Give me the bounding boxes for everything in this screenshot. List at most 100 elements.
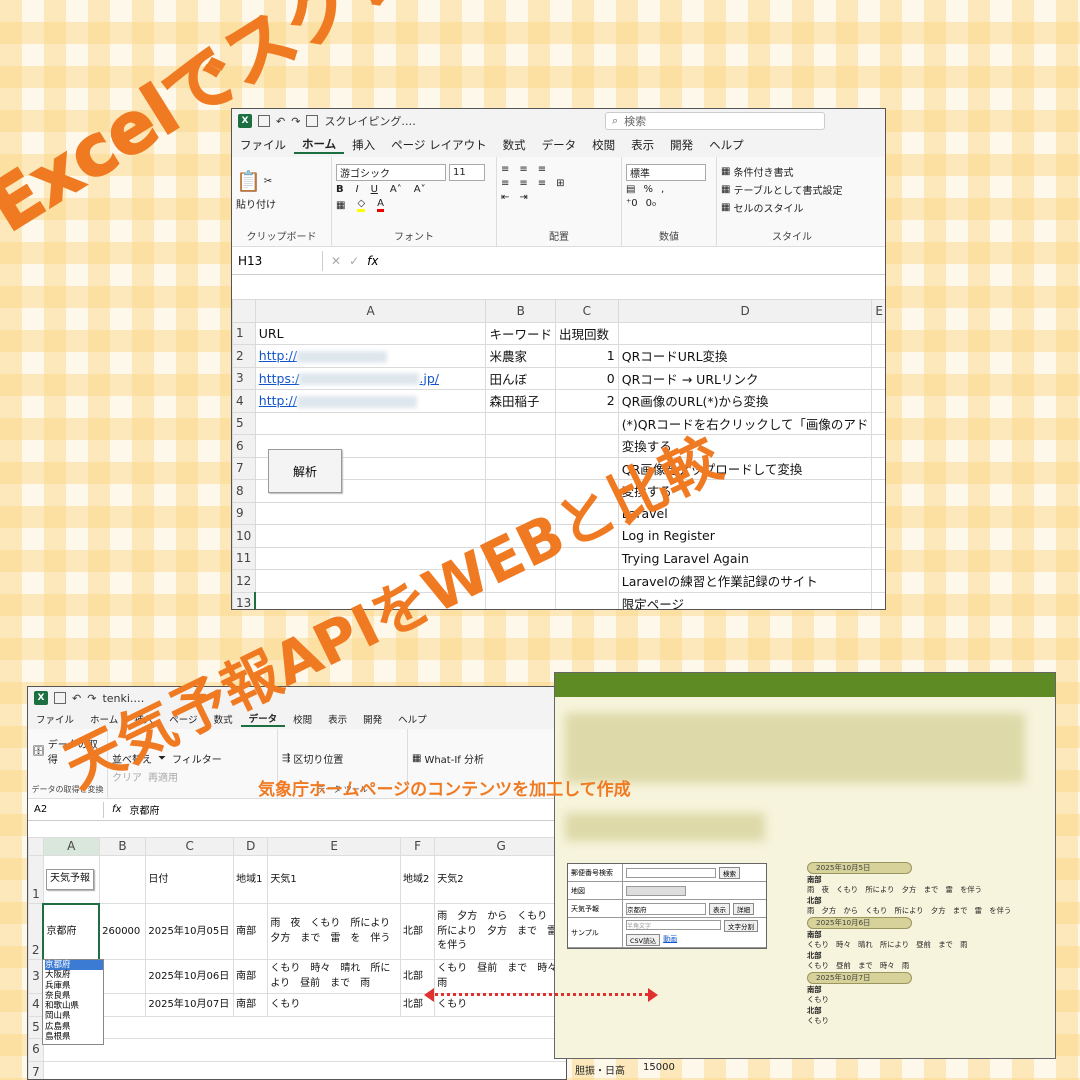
cell[interactable]: 出現回数 bbox=[554, 321, 619, 345]
font-shrink-icon[interactable]: A˅ bbox=[414, 184, 426, 195]
map-field[interactable] bbox=[626, 885, 686, 896]
italic-icon[interactable]: I bbox=[356, 184, 359, 195]
currency-icon[interactable]: ▤ bbox=[626, 184, 635, 195]
cell[interactable]: 米農家 bbox=[485, 344, 556, 368]
fill-color-icon[interactable]: ◇ bbox=[357, 198, 366, 212]
row-number[interactable]: 1 bbox=[232, 321, 256, 345]
col-header-a[interactable]: A bbox=[254, 299, 487, 323]
cancel-icon[interactable]: ✕ bbox=[331, 254, 341, 268]
tab-review[interactable]: 校閲 bbox=[285, 712, 320, 726]
row-number[interactable]: 13 bbox=[232, 591, 256, 609]
cell[interactable]: 2 bbox=[554, 389, 619, 413]
percent-icon[interactable]: % bbox=[643, 184, 653, 195]
cell[interactable]: 日付 bbox=[145, 855, 235, 905]
col-header-d[interactable]: D bbox=[617, 299, 873, 323]
decrease-decimal-icon[interactable]: 0₀ bbox=[646, 198, 656, 209]
cell[interactable] bbox=[554, 591, 619, 609]
indent-icon[interactable]: ⇥ bbox=[519, 192, 527, 203]
grid-icon[interactable] bbox=[306, 115, 319, 127]
tab-file[interactable]: ファイル bbox=[232, 137, 294, 153]
detail-button[interactable]: 詳細 bbox=[733, 902, 754, 915]
cell[interactable]: 雨 夜 くもり 所により 夕方 まで 雷 を 伴う bbox=[267, 903, 402, 961]
redo-icon[interactable]: ↷ bbox=[291, 115, 300, 128]
name-box[interactable]: H13 bbox=[238, 250, 323, 271]
cell[interactable] bbox=[485, 456, 556, 480]
cell[interactable] bbox=[254, 501, 487, 525]
cell[interactable]: QRコードURL変換 bbox=[617, 344, 873, 368]
cell[interactable] bbox=[871, 344, 885, 368]
font-size-select[interactable]: 11 bbox=[449, 164, 485, 181]
text-to-columns-button[interactable]: 区切り位置 bbox=[293, 751, 343, 766]
align-bottom-icon[interactable]: ≡ bbox=[538, 164, 546, 175]
undo-icon[interactable]: ↶ bbox=[72, 692, 81, 705]
cell[interactable] bbox=[98, 993, 147, 1017]
save-icon[interactable] bbox=[258, 115, 270, 127]
underline-icon[interactable]: U bbox=[371, 184, 378, 195]
show-button[interactable]: 表示 bbox=[709, 902, 730, 915]
cell[interactable]: 田んぼ bbox=[485, 366, 556, 390]
font-color-icon[interactable]: A bbox=[377, 198, 384, 212]
col-header-c[interactable]: C bbox=[554, 299, 619, 323]
row-number[interactable]: 12 bbox=[232, 569, 256, 593]
cell[interactable] bbox=[617, 321, 873, 345]
outdent-icon[interactable]: ⇤ bbox=[501, 192, 509, 203]
bold-icon[interactable]: B bbox=[336, 184, 344, 195]
cell[interactable]: Laravelの練習と作業記録のサイト bbox=[617, 569, 873, 593]
cell[interactable]: 2025年10月06日 bbox=[145, 959, 235, 995]
cell[interactable]: URL bbox=[254, 321, 487, 345]
row-number[interactable]: 10 bbox=[232, 524, 256, 548]
cell[interactable]: 北部 bbox=[400, 903, 436, 961]
url-link-suffix[interactable]: .jp/ bbox=[419, 371, 439, 386]
save-icon[interactable] bbox=[54, 692, 66, 704]
cell[interactable]: 南部 bbox=[233, 959, 269, 995]
paste-icon[interactable]: 📋 bbox=[236, 169, 261, 193]
text-input[interactable]: 半角文字 bbox=[626, 919, 721, 930]
cell[interactable]: 天気2 bbox=[434, 855, 566, 905]
selected-cell[interactable]: 京都府 bbox=[42, 902, 101, 961]
tab-help[interactable]: ヘルプ bbox=[390, 712, 435, 726]
name-box[interactable]: A2 bbox=[34, 801, 104, 818]
cell[interactable]: http:// bbox=[254, 389, 487, 413]
tab-developer[interactable]: 開発 bbox=[355, 712, 390, 726]
cell[interactable] bbox=[871, 501, 885, 525]
cell[interactable]: 0 bbox=[554, 366, 619, 390]
formula-content[interactable]: 京都府 bbox=[129, 802, 159, 817]
cell[interactable]: 森田稲子 bbox=[485, 389, 556, 413]
tab-view[interactable]: 表示 bbox=[623, 137, 662, 153]
col-header-a[interactable]: A bbox=[42, 836, 100, 857]
zip-search-button[interactable]: 検索 bbox=[719, 866, 740, 879]
cell[interactable]: くもり bbox=[267, 993, 402, 1017]
prefecture-select[interactable]: 京都府 bbox=[626, 902, 706, 915]
cell[interactable] bbox=[871, 569, 885, 593]
cell[interactable] bbox=[871, 524, 885, 548]
border-icon[interactable]: ▦ bbox=[336, 200, 345, 211]
cell[interactable] bbox=[42, 1015, 566, 1040]
comma-icon[interactable]: , bbox=[661, 184, 664, 195]
row-number[interactable]: 8 bbox=[232, 479, 256, 503]
list-item[interactable]: 奈良県 bbox=[45, 991, 103, 1001]
cell[interactable] bbox=[871, 546, 885, 570]
cell[interactable] bbox=[871, 389, 885, 413]
cell[interactable]: QR画像のURL(*)から変換 bbox=[617, 389, 873, 413]
cell[interactable] bbox=[485, 411, 556, 435]
list-item[interactable]: 和歌山県 bbox=[45, 1001, 103, 1011]
tab-layout[interactable]: ページ レイアウト bbox=[383, 137, 494, 153]
cell[interactable] bbox=[871, 591, 885, 609]
row-number[interactable]: 2 bbox=[232, 344, 256, 368]
redo-icon[interactable]: ↷ bbox=[87, 692, 96, 705]
cell[interactable] bbox=[871, 321, 885, 345]
cell-style-button[interactable]: ▦ セルのスタイル bbox=[721, 200, 863, 215]
list-item[interactable]: 京都府 bbox=[45, 960, 103, 971]
what-if-button[interactable]: What-If 分析 bbox=[424, 751, 484, 766]
analyze-button[interactable]: 解析 bbox=[268, 449, 342, 493]
cell[interactable]: 2025年10月05日 bbox=[145, 903, 235, 961]
cell[interactable]: キーワード bbox=[485, 321, 556, 345]
cell[interactable]: https:/ .jp/ bbox=[254, 366, 487, 390]
col-header-d[interactable]: D bbox=[233, 836, 269, 857]
list-item[interactable]: 島根県 bbox=[45, 1032, 103, 1042]
conditional-format-button[interactable]: ▦ 条件付き書式 bbox=[721, 164, 863, 179]
url-link[interactable]: https:/ bbox=[259, 371, 300, 386]
cell[interactable] bbox=[98, 855, 147, 905]
cell[interactable]: くもり 昼前 まで 時々 雨 bbox=[434, 959, 566, 995]
col-header-b[interactable]: B bbox=[485, 299, 556, 323]
